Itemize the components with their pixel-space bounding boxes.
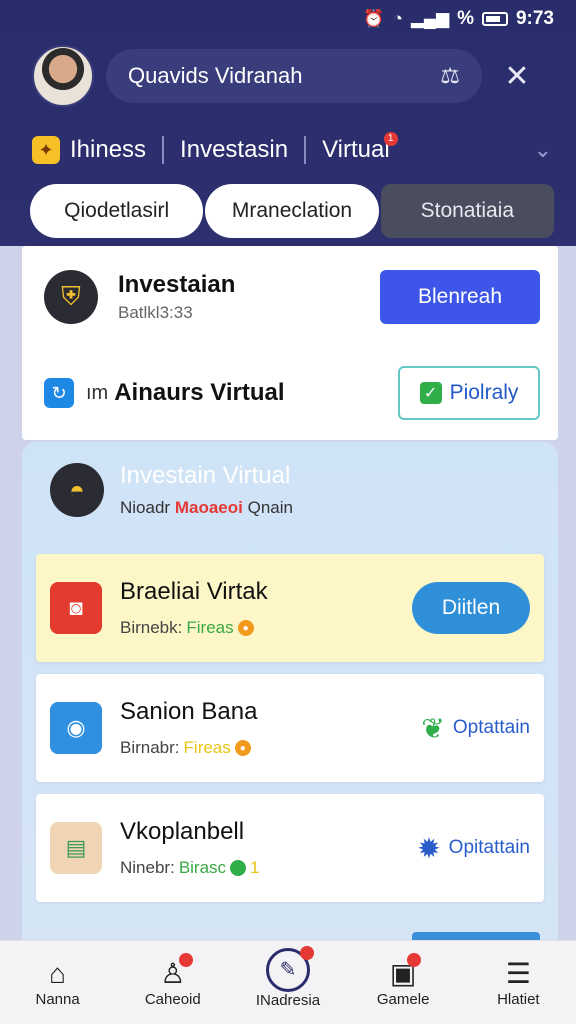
- status-bar: ⏰ ◔ ▂▄▆ % 9:73: [363, 6, 554, 32]
- virtual-prefix: ım: [86, 381, 109, 404]
- investment-subtitle: Batlkl3:33: [118, 303, 193, 322]
- shield-icon: ⛨: [44, 270, 98, 324]
- segment-control: Qiodetlasirl Mraneclation Stonatiaia: [30, 184, 554, 238]
- nav-item-menu[interactable]: ☰ Hlatiet: [468, 957, 568, 1008]
- bottom-nav: ⌂ Nanna ♙ Caheoid ✎ INadresia ▣ Gamele ☰…: [0, 940, 576, 1024]
- close-icon[interactable]: ✕: [490, 49, 544, 103]
- list-item[interactable]: ◙ Braeliai Virtak Birnebk: Fireas ● Diit…: [36, 554, 544, 662]
- app-screen: ⏰ ◔ ▂▄▆ % 9:73 Quavids Vidranah ⚖ ✕ ✦ Ih…: [0, 0, 576, 1024]
- panel-sub-a: Nioadr: [120, 498, 171, 517]
- nav-label: Caheoid: [144, 991, 201, 1008]
- battery-icon: [481, 12, 508, 26]
- item-sub-label: Ninebr:: [120, 858, 175, 877]
- divider: [162, 136, 165, 164]
- action-label: Optattain: [452, 717, 530, 738]
- coin-icon: ●: [234, 740, 251, 756]
- nav-item-center[interactable]: ✎ INadresia: [238, 946, 338, 1009]
- chevron-down-icon[interactable]: ⌄: [534, 137, 552, 163]
- list-item[interactable]: ▤ Vkoplanbell Ninebr: Birasc 1 ✹ Opitatt…: [36, 794, 544, 902]
- panel-sub-c: Qnain: [247, 498, 293, 517]
- tab-label: Virtual: [322, 136, 390, 163]
- panel-title: Investain Virtual: [120, 462, 291, 489]
- wifi-icon: ◔: [392, 9, 403, 28]
- nav-label: Gamele: [376, 991, 430, 1008]
- camera-icon: ◉: [50, 702, 102, 754]
- avatar[interactable]: [32, 45, 94, 107]
- status-dot: [230, 860, 247, 876]
- notification-dot: [407, 953, 422, 967]
- tab-label: Ihiness: [70, 136, 147, 163]
- home-icon: ⌂: [49, 958, 67, 989]
- notification-dot: [178, 953, 193, 967]
- piolraly-button[interactable]: ✓ Piolraly: [398, 366, 540, 420]
- item-sub-value: Fireas: [186, 618, 234, 637]
- segment-qiodetlasirl[interactable]: Qiodetlasirl: [30, 184, 204, 238]
- search-title: Quavids Vidranah: [128, 63, 303, 88]
- nav-item-profile[interactable]: ♙ Caheoid: [123, 953, 223, 1008]
- virtual-title: Ainaurs Virtual: [114, 379, 285, 406]
- investment-card: ⛨ Investaian Batlkl3:33 Blenreah ↻ ım Ai…: [22, 246, 558, 440]
- blenreah-button[interactable]: Blenreah: [380, 270, 540, 324]
- refresh-icon: ↻: [44, 378, 74, 408]
- diitlen-button[interactable]: Diitlen: [412, 582, 530, 634]
- item-subtitle: Ninebr: Birasc 1: [120, 858, 260, 878]
- investment-title: Investaian: [118, 271, 236, 298]
- alarm-icon: ⏰: [363, 9, 385, 28]
- notification-dot: [299, 946, 314, 960]
- item-subtitle: Birnebk: Fireas ●: [120, 618, 268, 638]
- item-title: Braeliai Virtak: [120, 578, 268, 605]
- wallet-icon: ◓: [50, 463, 104, 517]
- item-sub-label: Birnebk:: [120, 618, 183, 637]
- nav-label: Hlatiet: [497, 991, 540, 1008]
- nav-label: INadresia: [255, 992, 321, 1009]
- opitattain-action[interactable]: ✹ Opitattain: [417, 832, 530, 865]
- tab-ihiness[interactable]: ✦ Ihiness: [32, 136, 162, 164]
- notification-badge: 1: [383, 132, 398, 146]
- item-sub-value: Fireas: [183, 738, 231, 757]
- investment-row: ⛨ Investaian Batlkl3:33 Blenreah: [44, 270, 540, 324]
- app-logo-icon: ◙: [50, 582, 102, 634]
- category-tabs: ✦ Ihiness Investasin Virtual 1 ⌄: [32, 130, 552, 170]
- notebook-icon: ▤: [50, 822, 102, 874]
- coin-icon: ●: [237, 620, 254, 636]
- panel-subtitle: Nioadr Maoaeoi Qnain: [120, 498, 293, 518]
- header: Quavids Vidranah ⚖ ✕: [32, 44, 544, 108]
- piolraly-label: Piolraly: [449, 381, 519, 404]
- leaf-icon: ❦: [421, 712, 445, 744]
- status-time: 9:73: [515, 8, 554, 29]
- search-bar[interactable]: Quavids Vidranah ⚖: [106, 49, 482, 103]
- gear-icon: ✹: [417, 832, 441, 864]
- item-sub-label: Birnabr:: [120, 738, 180, 757]
- peek-button[interactable]: [412, 932, 540, 940]
- virtual-panel: ◓ Investain Virtual Nioadr Maoaeoi Qnain…: [22, 442, 558, 962]
- tab-virtual[interactable]: Virtual 1: [322, 132, 406, 164]
- list-item[interactable]: ◉ Sanion Bana Birnabr: Fireas ● ❦ Optatt…: [36, 674, 544, 782]
- panel-header: ◓ Investain Virtual Nioadr Maoaeoi Qnain: [50, 462, 293, 518]
- item-badge: 1: [250, 858, 260, 877]
- divider: [304, 136, 307, 164]
- menu-icon: ☰: [505, 958, 531, 989]
- nav-label: Nanna: [35, 991, 80, 1008]
- action-label: Opitattain: [448, 837, 530, 858]
- item-sub-value: Birasc: [178, 858, 227, 877]
- scale-icon[interactable]: ⚖: [440, 63, 460, 89]
- segment-mraneclation[interactable]: Mraneclation: [205, 184, 379, 238]
- nav-item-home[interactable]: ⌂ Nanna: [8, 957, 108, 1008]
- nav-item-games[interactable]: ▣ Gamele: [353, 953, 453, 1008]
- item-subtitle: Birnabr: Fireas ●: [120, 738, 257, 758]
- optattain-action[interactable]: ❦ Optattain: [421, 712, 530, 745]
- virtual-row: ↻ ım Ainaurs Virtual ✓ Piolraly: [44, 366, 540, 420]
- panel-sub-b: Maoaeoi: [174, 498, 243, 517]
- check-icon: ✓: [419, 382, 442, 404]
- signal-icon: ▂▄▆: [410, 9, 450, 28]
- item-title: Vkoplanbell: [120, 818, 245, 845]
- segment-stonatiaia[interactable]: Stonatiaia: [380, 184, 554, 238]
- item-title: Sanion Bana: [120, 698, 258, 725]
- battery-percent: %: [457, 8, 474, 29]
- spark-icon: ✦: [32, 136, 60, 164]
- tab-investasin[interactable]: Investasin: [180, 136, 304, 164]
- tab-label: Investasin: [180, 136, 289, 163]
